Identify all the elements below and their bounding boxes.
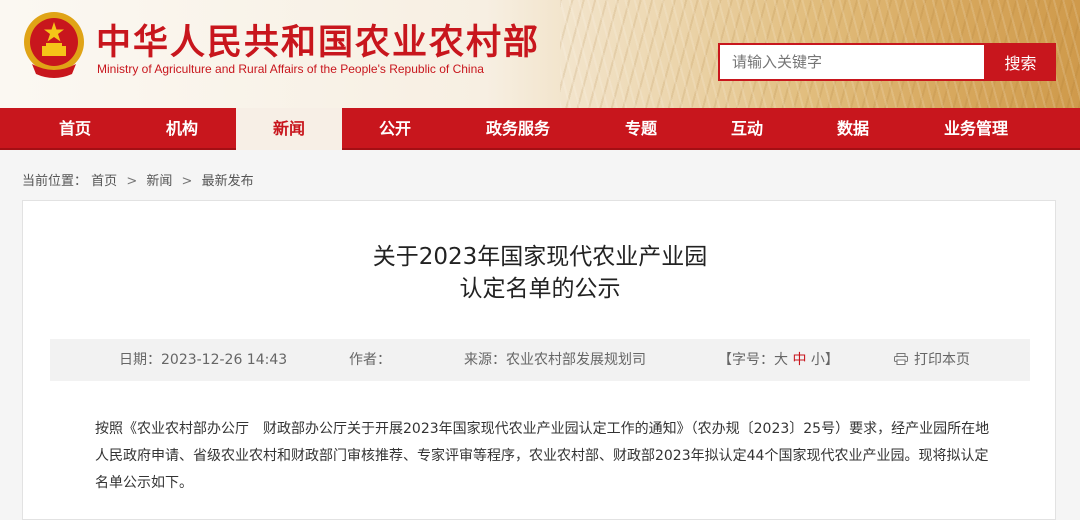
nav-item-public[interactable]: 公开 xyxy=(342,108,448,150)
search-input[interactable] xyxy=(718,43,986,81)
main-nav: 首页 机构 新闻 公开 政务服务 专题 互动 数据 业务管理 xyxy=(0,108,1080,150)
nav-item-business-management[interactable]: 业务管理 xyxy=(906,108,1046,150)
search-button[interactable]: 搜索 xyxy=(985,43,1056,81)
breadcrumb-home-link[interactable]: 首页 xyxy=(91,174,117,189)
nav-item-home[interactable]: 首页 xyxy=(22,108,128,150)
article-author-label: 作者： xyxy=(349,352,391,368)
article-title: 关于2023年国家现代农业产业园 认定名单的公示 xyxy=(23,241,1057,305)
font-size-medium-button[interactable]: 中 xyxy=(792,352,806,368)
nav-item-topics[interactable]: 专题 xyxy=(588,108,694,150)
breadcrumb-separator: > xyxy=(126,174,138,189)
breadcrumb-separator: > xyxy=(181,174,193,189)
breadcrumb: 当前位置： 首页 > 新闻 > 最新发布 xyxy=(22,170,254,189)
font-size-control: 【字号：大 中 小】 xyxy=(718,339,839,381)
breadcrumb-news-link[interactable]: 新闻 xyxy=(146,174,172,189)
article-body-paragraph: 按照《农业农村部办公厅 财政部办公厅关于开展2023年国家现代农业产业园认定工作… xyxy=(95,421,990,491)
national-emblem-icon[interactable] xyxy=(22,10,86,78)
article-title-line-2: 认定名单的公示 xyxy=(459,276,621,302)
article-card: 关于2023年国家现代农业产业园 认定名单的公示 日期：2023-12-26 1… xyxy=(22,200,1056,520)
nav-item-data[interactable]: 数据 xyxy=(800,108,906,150)
source-value: 农业农村部发展规划司 xyxy=(506,352,646,368)
font-size-label: 【字号： xyxy=(718,352,774,368)
date-label: 日期： xyxy=(119,352,161,368)
nav-item-organization[interactable]: 机构 xyxy=(128,108,236,150)
breadcrumb-latest-link[interactable]: 最新发布 xyxy=(202,174,254,189)
font-size-small-button[interactable]: 小 xyxy=(811,352,825,368)
nav-item-news[interactable]: 新闻 xyxy=(236,108,342,150)
nav-item-interaction[interactable]: 互动 xyxy=(694,108,800,150)
site-title[interactable]: 中华人民共和国农业农村部 xyxy=(96,14,540,65)
print-label: 打印本页 xyxy=(914,352,970,368)
site-header: 中华人民共和国农业农村部 Ministry of Agriculture and… xyxy=(0,0,1080,108)
print-icon xyxy=(894,353,908,365)
font-size-large-button[interactable]: 大 xyxy=(774,352,788,368)
source-label: 来源： xyxy=(464,352,506,368)
article-meta-bar: 日期：2023-12-26 14:43 作者： 来源：农业农村部发展规划司 【字… xyxy=(50,339,1030,381)
site-english-subtitle: Ministry of Agriculture and Rural Affair… xyxy=(97,62,484,76)
article-title-line-1: 关于2023年国家现代农业产业园 xyxy=(372,244,708,270)
breadcrumb-label: 当前位置： xyxy=(22,174,88,189)
print-page-button[interactable]: 打印本页 xyxy=(894,339,970,381)
font-size-bracket-end: 】 xyxy=(824,352,839,368)
article-date: 日期：2023-12-26 14:43 xyxy=(119,339,287,381)
article-source: 来源：农业农村部发展规划司 xyxy=(464,339,646,381)
date-value: 2023-12-26 14:43 xyxy=(161,352,288,368)
nav-item-government-services[interactable]: 政务服务 xyxy=(448,108,588,150)
